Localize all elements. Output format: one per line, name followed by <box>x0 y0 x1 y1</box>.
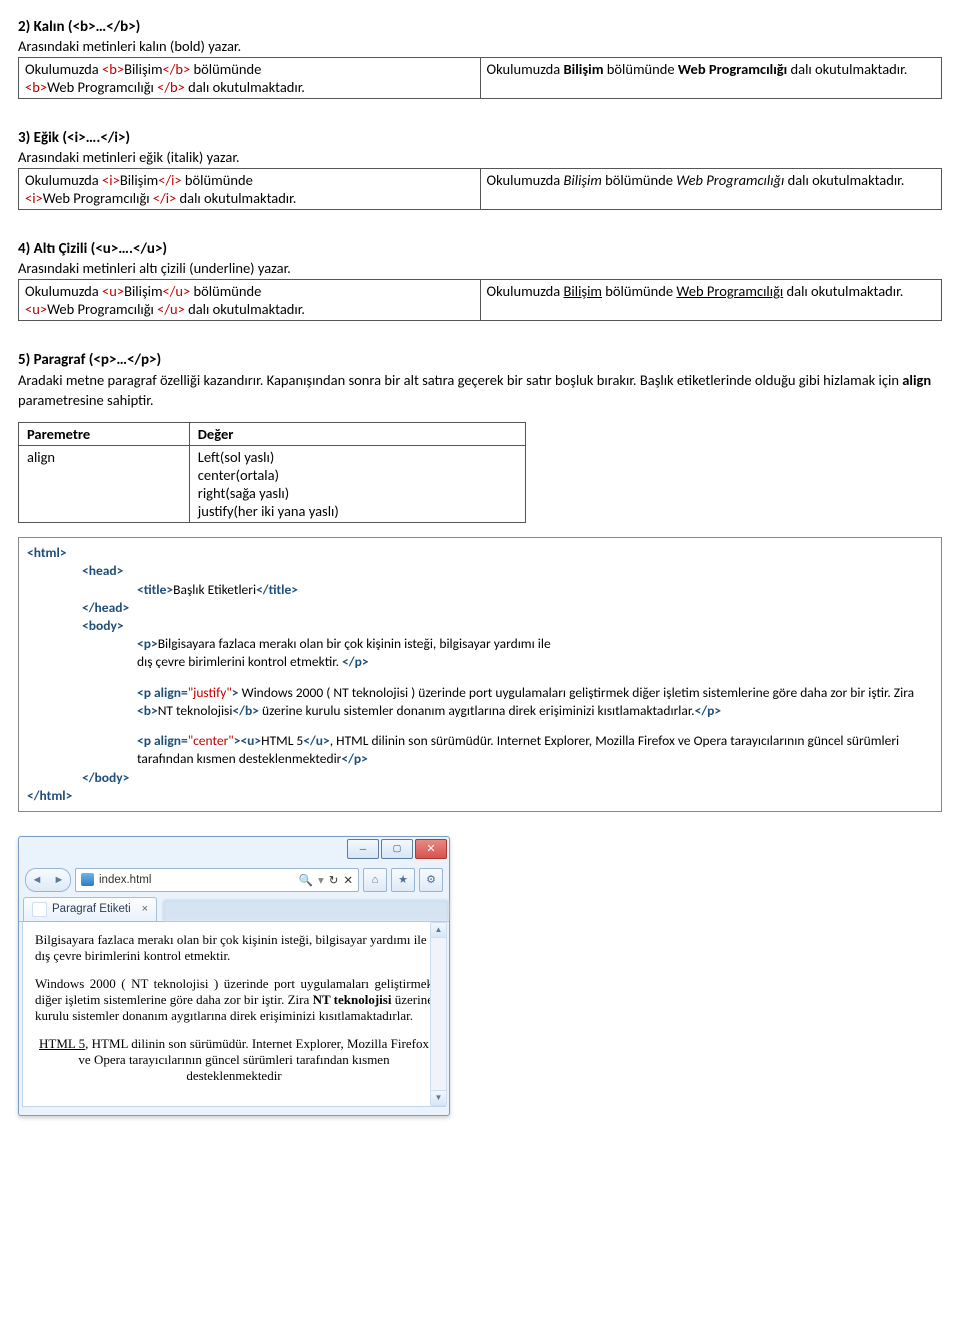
sec2-desc: Arasındaki metinleri kalın (bold) yazar. <box>18 37 942 55</box>
sec5-title: 5) Paragraf (<p>…</p>) <box>18 351 942 369</box>
sec3-table: Okulumuzda <i>Bilişim</i> bölümünde <i>W… <box>18 168 942 210</box>
search-icon: 🔍 <box>299 873 313 887</box>
param-header-1: Paremetre <box>19 423 190 446</box>
nav-buttons: ◄ ► <box>25 868 71 892</box>
page-content: Bilgisayara fazlaca merakı olan bir çok … <box>22 922 446 1107</box>
param-values: Left(sol yaslı) center(ortala) right(sağ… <box>189 446 525 523</box>
tools-button[interactable]: ⚙ <box>419 868 443 892</box>
forward-button[interactable]: ► <box>48 869 70 891</box>
sec4-desc: Arasındaki metinleri altı çizili (underl… <box>18 259 942 277</box>
tab-bar: Paragraf Etiketi × <box>19 895 449 922</box>
sec3-result-cell: Okulumuzda Bilişim bölümünde Web Program… <box>480 169 942 210</box>
sec4-title: 4) Altı Çizili (<u>….</u>) <box>18 240 942 258</box>
refresh-icon[interactable]: ↻ <box>329 873 339 887</box>
close-button[interactable]: ✕ <box>415 839 447 859</box>
stop-icon[interactable]: ✕ <box>343 873 353 887</box>
scrollbar[interactable]: ▲ ▼ <box>430 922 447 1106</box>
window-titlebar: ─ ▢ ✕ <box>19 837 449 867</box>
sec2-result-cell: Okulumuzda Bilişim bölümünde Web Program… <box>480 58 942 99</box>
maximize-button[interactable]: ▢ <box>381 839 413 859</box>
tab-close-icon[interactable]: × <box>142 903 148 915</box>
content-p2: Windows 2000 ( NT teknolojisi ) üzerinde… <box>35 976 433 1024</box>
home-button[interactable]: ⌂ <box>363 868 387 892</box>
sec3-title: 3) Eğik (<i>….</i>) <box>18 129 942 147</box>
page-icon <box>81 873 94 886</box>
address-bar: ◄ ► index.html 🔍 ▾ ↻ ✕ ⌂ ★ ⚙ <box>25 868 443 892</box>
code-example: <html> <head> <title>Başlık Etiketleri</… <box>18 537 942 812</box>
sec3-code-cell: Okulumuzda <i>Bilişim</i> bölümünde <i>W… <box>19 169 481 210</box>
sec2-code-cell: Okulumuzda <b>Bilişim</b> bölümünde <b>W… <box>19 58 481 99</box>
sec2-table: Okulumuzda <b>Bilişim</b> bölümünde <b>W… <box>18 57 942 99</box>
sec5-desc: Aradaki metne paragraf özelliği kazandır… <box>18 371 942 410</box>
scroll-down-icon[interactable]: ▼ <box>431 1090 446 1105</box>
url-field[interactable]: index.html 🔍 ▾ ↻ ✕ <box>75 868 359 892</box>
tab-title: Paragraf Etiketi <box>52 903 131 915</box>
sec3-desc: Arasındaki metinleri eğik (italik) yazar… <box>18 148 942 166</box>
favicon <box>32 902 47 917</box>
scroll-up-icon[interactable]: ▲ <box>431 923 446 938</box>
content-p1: Bilgisayara fazlaca merakı olan bir çok … <box>35 932 433 964</box>
sec4-table: Okulumuzda <u>Bilişim</u> bölümünde <u>W… <box>18 279 942 321</box>
browser-window: ─ ▢ ✕ ◄ ► index.html 🔍 ▾ ↻ ✕ ⌂ ★ ⚙ Parag… <box>18 836 450 1116</box>
param-table: ParemetreDeğer align Left(sol yaslı) cen… <box>18 422 526 523</box>
favorites-button[interactable]: ★ <box>391 868 415 892</box>
url-text: index.html <box>99 874 151 886</box>
param-name: align <box>19 446 190 523</box>
content-p3: HTML 5, HTML dilinin son sürümüdür. Inte… <box>35 1036 433 1084</box>
back-button[interactable]: ◄ <box>26 869 48 891</box>
minimize-button[interactable]: ─ <box>347 839 379 859</box>
sec2-title: 2) Kalın (<b>…</b>) <box>18 18 942 36</box>
browser-tab[interactable]: Paragraf Etiketi × <box>23 897 157 921</box>
sec4-result-cell: Okulumuzda Bilişim bölümünde Web Program… <box>480 280 942 321</box>
param-header-2: Değer <box>189 423 525 446</box>
sec4-code-cell: Okulumuzda <u>Bilişim</u> bölümünde <u>W… <box>19 280 481 321</box>
blurred-tab <box>163 900 449 921</box>
